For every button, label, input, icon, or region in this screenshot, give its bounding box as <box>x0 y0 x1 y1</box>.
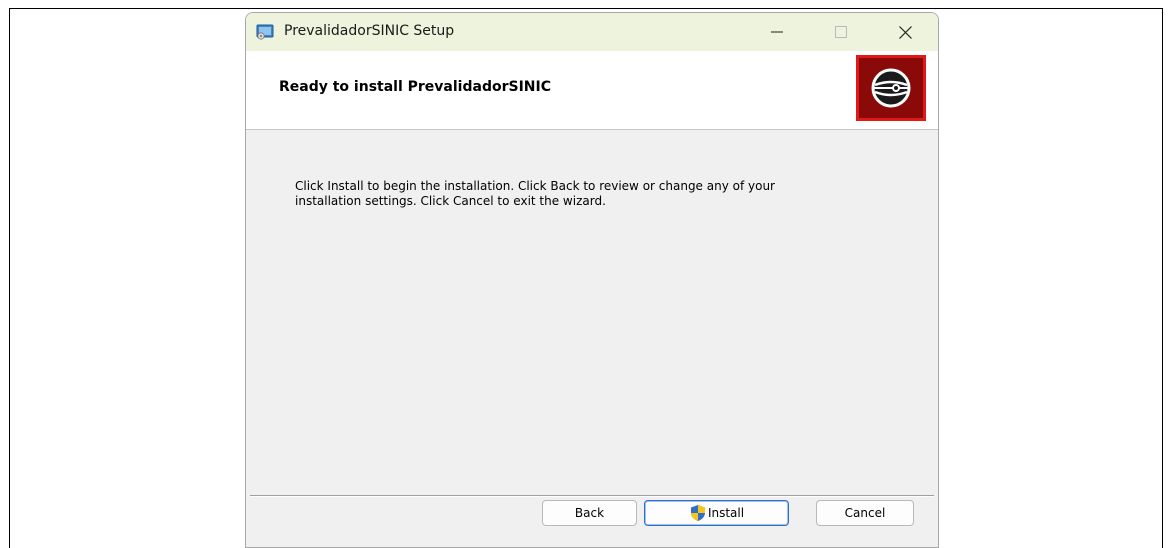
uac-shield-icon <box>690 505 705 521</box>
maximize-icon <box>835 26 847 38</box>
instructions-line-1: Click Install to begin the installation.… <box>295 179 775 193</box>
minimize-icon <box>771 31 783 33</box>
instructions-line-2: installation settings. Click Cancel to e… <box>295 194 606 208</box>
minimize-button[interactable] <box>754 13 800 51</box>
disc-icon <box>856 55 926 121</box>
setup-window: PrevalidadorSINIC Setup Ready to install… <box>245 12 939 548</box>
cancel-button[interactable]: Cancel <box>816 500 914 526</box>
title-bar[interactable]: PrevalidadorSINIC Setup <box>246 13 938 51</box>
install-button[interactable]: Install <box>644 500 789 526</box>
installer-app-icon <box>256 24 274 40</box>
page-title: Ready to install PrevalidadorSINIC <box>279 79 551 95</box>
close-icon <box>898 25 912 39</box>
maximize-button[interactable] <box>818 13 864 51</box>
close-button[interactable] <box>882 13 928 51</box>
window-title: PrevalidadorSINIC Setup <box>284 23 455 39</box>
install-button-label: Install <box>707 506 745 520</box>
instructions-text: Click Install to begin the installation.… <box>295 179 855 209</box>
wizard-header: Ready to install PrevalidadorSINIC <box>246 51 938 130</box>
back-button[interactable]: Back <box>542 500 637 526</box>
footer-separator <box>250 495 934 497</box>
